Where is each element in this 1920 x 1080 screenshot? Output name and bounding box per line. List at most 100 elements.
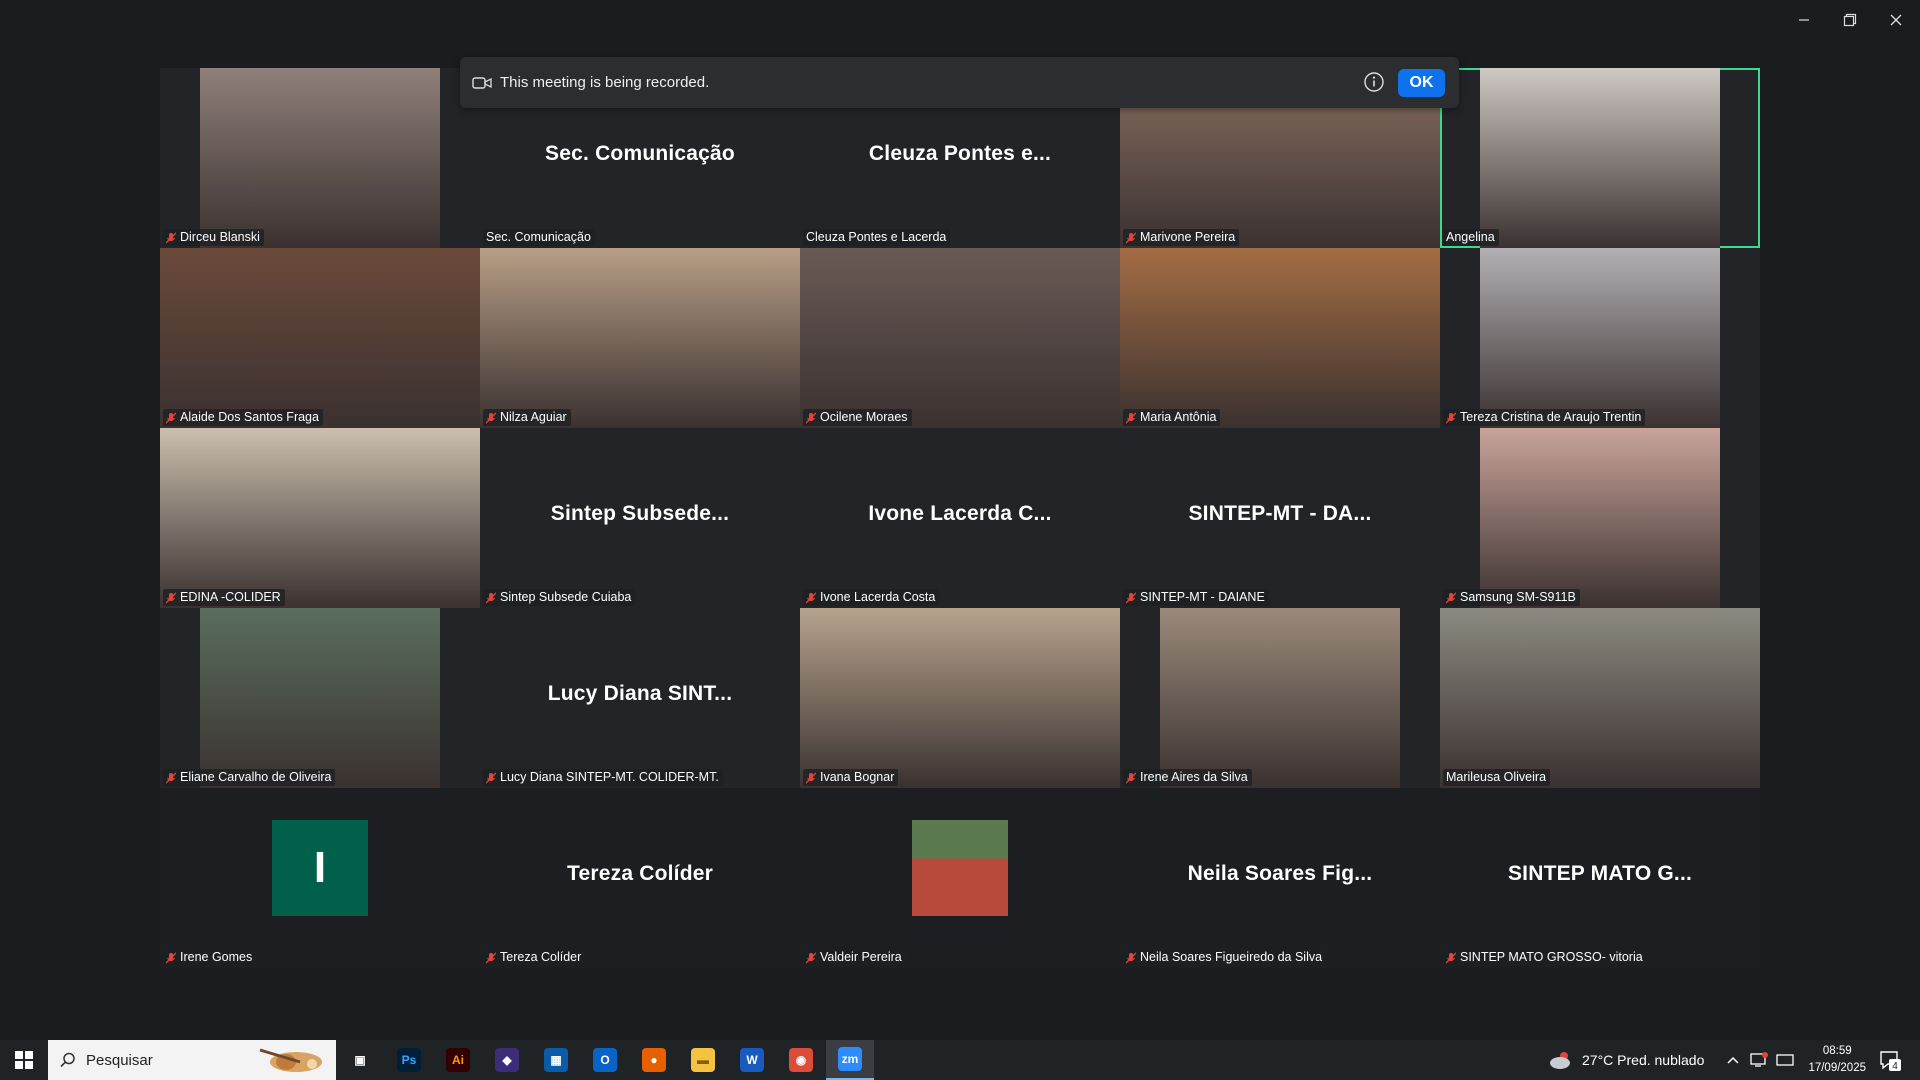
mic-muted-icon — [166, 232, 176, 244]
participant-tile[interactable]: Tereza Cristina de Araujo Trentin — [1440, 248, 1760, 428]
network-icon[interactable] — [1750, 1040, 1768, 1080]
participant-tile[interactable]: Sintep Subsede... Sintep Subsede Cuiaba — [480, 428, 800, 608]
notifications-button[interactable]: 4 — [1878, 1040, 1902, 1080]
participant-name: SINTEP-MT - DAIANE — [1140, 590, 1265, 604]
participant-tile[interactable]: Neila Soares Fig... Neila Soares Figueire… — [1120, 788, 1440, 968]
photoshop-taskbar-button[interactable]: Ps — [385, 1040, 433, 1080]
participant-tile[interactable]: Ivone Lacerda C... Ivone Lacerda Costa — [800, 428, 1120, 608]
participant-tile[interactable]: Eliane Carvalho de Oliveira — [160, 608, 480, 788]
mic-muted-icon — [166, 952, 176, 964]
ok-button[interactable]: OK — [1398, 69, 1445, 97]
close-button[interactable] — [1876, 6, 1916, 34]
participant-name-label: Cleuza Pontes e Lacerda — [803, 229, 951, 246]
zoom-icon: zm — [838, 1047, 862, 1071]
recording-message: This meeting is being recorded. — [500, 74, 710, 91]
info-icon[interactable] — [1363, 71, 1385, 93]
search-placeholder: Pesquisar — [86, 1051, 153, 1069]
participant-name: Lucy Diana SINTEP-MT. COLIDER-MT. — [500, 770, 719, 784]
participant-name: Nilza Aguiar — [500, 410, 567, 424]
participant-name: Cleuza Pontes e Lacerda — [806, 230, 947, 244]
chrome-taskbar-button[interactable]: ◉ — [777, 1040, 825, 1080]
participant-display-name: Neila Soares Fig... — [1187, 862, 1373, 885]
participant-tile[interactable]: Samsung SM-S911B — [1440, 428, 1760, 608]
start-button[interactable] — [0, 1040, 48, 1080]
weather-widget[interactable]: 27°C Pred. nublado — [1548, 1040, 1704, 1080]
mic-muted-icon — [806, 592, 816, 604]
mic-muted-icon — [486, 772, 496, 784]
task-view-taskbar-button[interactable]: ▣ — [336, 1040, 384, 1080]
participant-name: Ocilene Moraes — [820, 410, 908, 424]
weather-text: 27°C Pred. nublado — [1582, 1052, 1705, 1068]
clock-date: 17/09/2025 — [1808, 1062, 1866, 1074]
participant-name-label: Irene Gomes — [163, 949, 257, 966]
participant-tile[interactable]: Nilza Aguiar — [480, 248, 800, 428]
participant-name-label: Sec. Comunicação — [483, 229, 595, 246]
participant-tile[interactable]: Angelina — [1440, 68, 1760, 248]
participant-tile[interactable]: SINTEP-MT - DA... SINTEP-MT - DAIANE — [1120, 428, 1440, 608]
clock[interactable]: 08:59 17/09/2025 — [1808, 1043, 1866, 1077]
title-bar — [0, 0, 1920, 40]
participant-tile[interactable]: SINTEP MATO G... SINTEP MATO GROSSO- vito… — [1440, 788, 1760, 968]
participant-name-label: SINTEP MATO GROSSO- vitoria — [1443, 949, 1647, 966]
participant-name: Angelina — [1446, 230, 1495, 244]
participant-name-label: Tereza Cristina de Araujo Trentin — [1443, 409, 1646, 426]
display-icon[interactable] — [1776, 1040, 1794, 1080]
mic-muted-icon — [1126, 772, 1136, 784]
task-view-icon: ▣ — [348, 1048, 372, 1072]
firefox-taskbar-button[interactable]: ● — [630, 1040, 678, 1080]
participant-name: Marivone Pereira — [1140, 230, 1236, 244]
taskbar-search[interactable]: Pesquisar — [48, 1040, 336, 1080]
participant-tile[interactable]: Ocilene Moraes — [800, 248, 1120, 428]
store-taskbar-button[interactable]: ▦ — [532, 1040, 580, 1080]
minimize-button[interactable] — [1784, 6, 1824, 34]
mic-muted-icon — [1446, 952, 1456, 964]
participant-name: Alaide Dos Santos Fraga — [180, 410, 319, 424]
video-camera-icon — [472, 76, 492, 90]
zoom-taskbar-button[interactable]: zm — [826, 1040, 874, 1080]
file-explorer-taskbar-button[interactable]: ▬ — [679, 1040, 727, 1080]
participant-video — [200, 608, 440, 788]
illustrator-taskbar-button[interactable]: Ai — [434, 1040, 482, 1080]
participant-tile[interactable]: Lucy Diana SINT... Lucy Diana SINTEP-MT. … — [480, 608, 800, 788]
participant-name: EDINA -COLIDER — [180, 590, 281, 604]
restore-icon — [1843, 13, 1857, 27]
participant-name-label: Ivone Lacerda Costa — [803, 589, 940, 606]
participant-tile[interactable]: Marileusa Oliveira — [1440, 608, 1760, 788]
participant-tile[interactable]: Ivana Bognar — [800, 608, 1120, 788]
tray-chevron-icon[interactable] — [1726, 1040, 1740, 1080]
participant-display-name: SINTEP MATO G... — [1507, 862, 1693, 885]
word-taskbar-button[interactable]: W — [728, 1040, 776, 1080]
participant-video — [1440, 608, 1760, 788]
firefox-icon: ● — [642, 1048, 666, 1072]
participant-video — [200, 68, 440, 248]
restore-button[interactable] — [1830, 6, 1870, 34]
mic-muted-icon — [486, 592, 496, 604]
participant-video — [1160, 608, 1400, 788]
participant-name-label: Lucy Diana SINTEP-MT. COLIDER-MT. — [483, 769, 723, 786]
participant-display-name: Tereza Colíder — [567, 862, 713, 885]
participant-video — [800, 248, 1120, 428]
search-icon — [60, 1052, 76, 1068]
participant-tile[interactable]: Irene Aires da Silva — [1120, 608, 1440, 788]
participant-tile[interactable]: I Irene Gomes — [160, 788, 480, 968]
mic-muted-icon — [806, 952, 816, 964]
participant-name: Sec. Comunicação — [486, 230, 591, 244]
participant-tile[interactable]: Tereza Colíder Tereza Colíder — [480, 788, 800, 968]
participant-tile[interactable]: Valdeir Pereira — [800, 788, 1120, 968]
participant-tile[interactable]: Alaide Dos Santos Fraga — [160, 248, 480, 428]
copilot-icon: ◆ — [495, 1048, 519, 1072]
outlook-taskbar-button[interactable]: O — [581, 1040, 629, 1080]
mic-muted-icon — [1126, 592, 1136, 604]
participant-tile[interactable]: EDINA -COLIDER — [160, 428, 480, 608]
minimize-icon — [1799, 19, 1809, 21]
participant-name: Sintep Subsede Cuiaba — [500, 590, 632, 604]
participant-video — [1480, 248, 1720, 428]
participant-tile[interactable]: Dirceu Blanski — [160, 68, 480, 248]
participant-name-label: Valdeir Pereira — [803, 949, 906, 966]
windows-icon — [15, 1051, 33, 1069]
copilot-taskbar-button[interactable]: ◆ — [483, 1040, 531, 1080]
participant-tile[interactable]: Maria Antônia — [1120, 248, 1440, 428]
weather-icon — [1550, 1052, 1570, 1069]
participant-name: Maria Antônia — [1140, 410, 1217, 424]
chrome-icon: ◉ — [789, 1048, 813, 1072]
